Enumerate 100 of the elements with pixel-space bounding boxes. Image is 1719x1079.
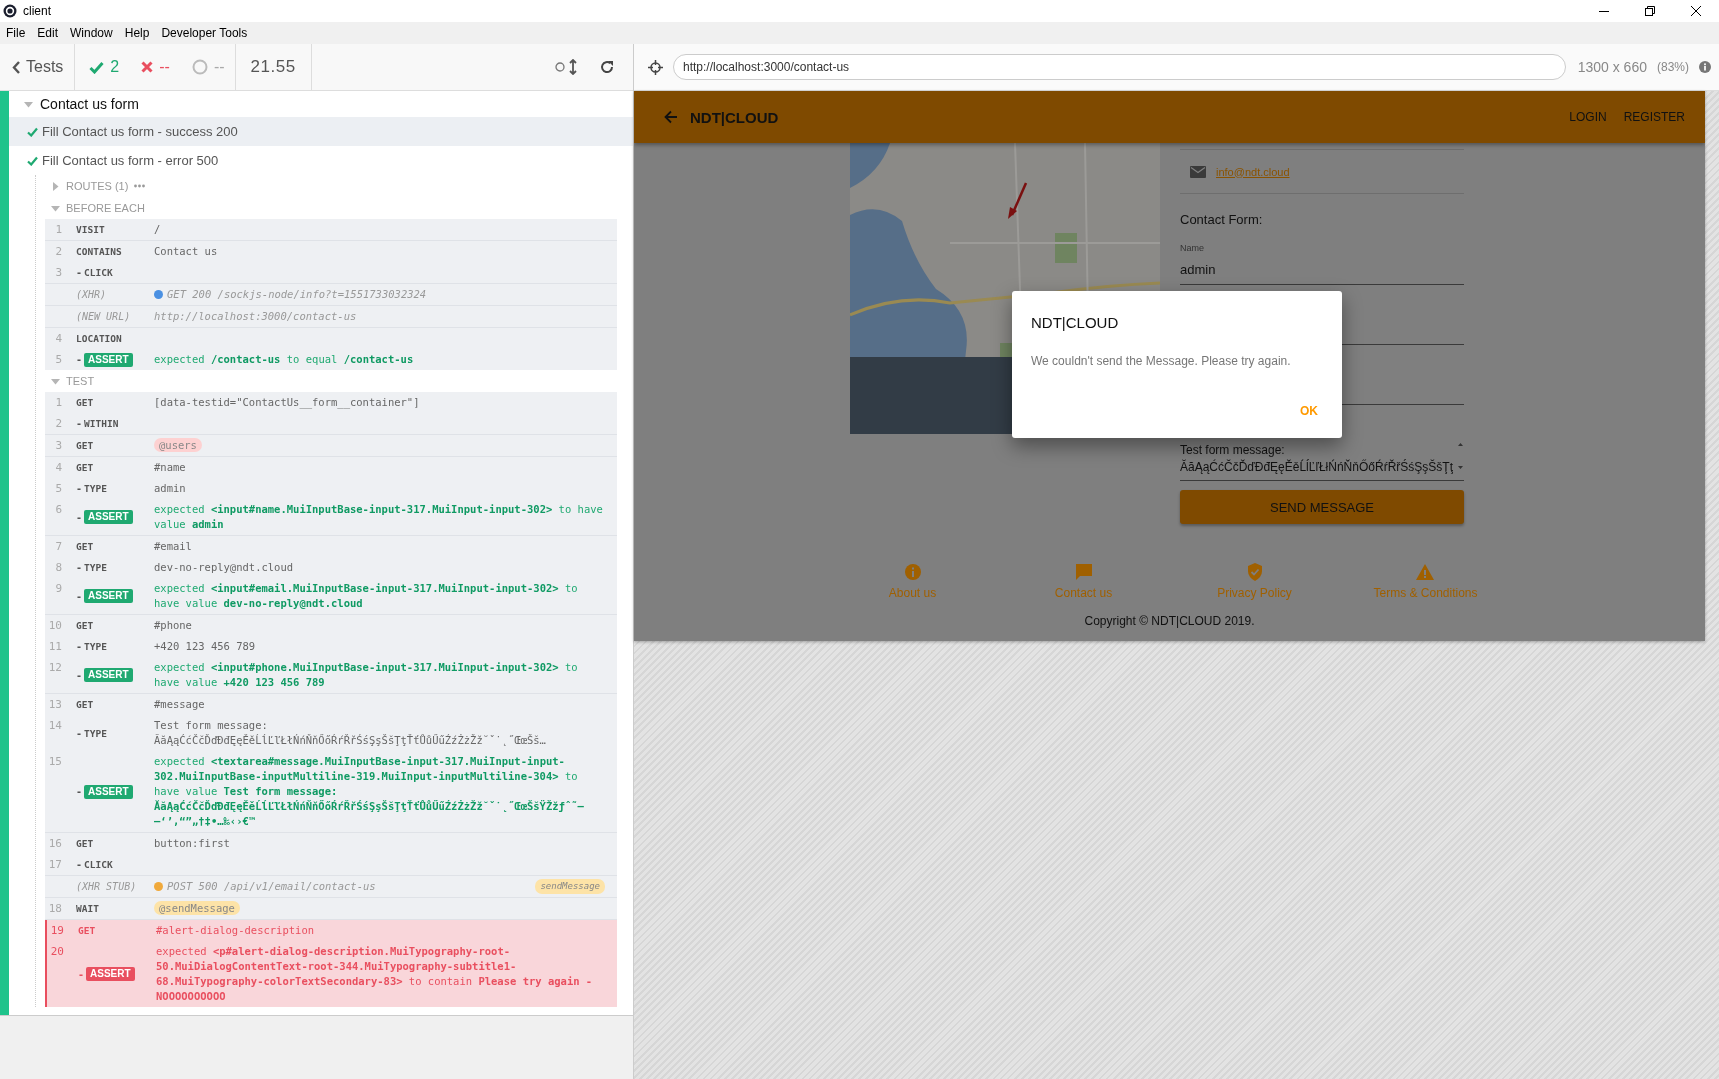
command-name: GET <box>78 924 96 938</box>
menu-item[interactable]: Edit <box>31 26 65 40</box>
command-name: WAIT <box>76 902 99 916</box>
copyright-text: Copyright © NDT|CLOUD 2019. <box>1084 614 1255 628</box>
assert-message: expected <p#alert-dialog-description.MuiTypography-root-50.MuiDialogContentText-root-344.MuiTypography-subtitle1-68.MuiTypography-colorTextSecondary-83> to contain Please try again - NOOOOOOOOOO <box>156 945 593 1002</box>
line-number: 15 <box>47 754 63 770</box>
command-name: CLICK <box>84 858 113 872</box>
command-name: GET <box>76 619 94 633</box>
info-icon <box>902 562 923 582</box>
command-name: GET <box>76 439 94 453</box>
child-dash: - <box>76 417 83 431</box>
hook-title[interactable]: TEST <box>66 375 95 387</box>
line-number: 18 <box>47 901 63 916</box>
failed-command-group[interactable] <box>45 920 617 1007</box>
alias-tag: sendMessage <box>535 879 605 894</box>
suite-title[interactable]: Contact us form <box>40 96 139 112</box>
caret-icon[interactable] <box>51 376 60 386</box>
back-button[interactable] <box>664 110 678 124</box>
selector-button[interactable] <box>648 59 663 75</box>
alias-tag: @users <box>154 438 202 452</box>
command-message: [data-testid="ContactUs__form__container"] <box>154 396 420 408</box>
line-number: 9 <box>54 581 63 597</box>
failed-count: -- <box>159 58 170 76</box>
line-number: 4 <box>54 331 63 346</box>
child-dash: - <box>76 482 83 496</box>
line-number: 3 <box>54 438 63 453</box>
line-number: 14 <box>47 718 63 734</box>
line-number: 19 <box>49 923 65 938</box>
brand-logo: NDT|CLOUD <box>690 108 779 126</box>
command-message: #message <box>154 698 205 710</box>
assert-message: expected <textarea#message.MuiInputBase-input-317.MuiInput-input-302.MuiInputBase-inputMultiline-319.MuiInput-inputMultiline-304> to have value Test form message: ĂăĄąĆćČčĎďĐđĘęĚěĹĺĽľŁłŃńŇňŐőŔŕŘřŚśŞşŠšŢţŤťŮůŰűŹźŻżŽž˘ˇ˙˛˝ŒœŠšŸŽžƒˆ˜–—‘’‚“”„†‡•…‰‹›€™ <box>154 755 584 827</box>
line-number: 5 <box>54 481 63 496</box>
line-number: 6 <box>54 502 63 518</box>
routes-toggle[interactable]: ROUTES (1) <box>66 180 129 192</box>
command-message: dev-no-reply@ndt.cloud <box>154 561 294 573</box>
crosshair-icon <box>648 59 663 75</box>
command-message: #phone <box>154 619 192 631</box>
send-message-button[interactable]: SEND MESSAGE <box>1180 490 1464 524</box>
line-number: 20 <box>49 944 65 960</box>
child-dash: - <box>76 589 83 604</box>
viewport-size: 1300 x 660 <box>1577 59 1647 75</box>
caret-icon[interactable] <box>24 99 33 109</box>
test-title: Fill Contact us form - error 500 <box>42 153 219 168</box>
command-message: Contact us <box>154 245 218 257</box>
command-name: GET <box>76 461 94 475</box>
caret-icon[interactable] <box>51 203 60 213</box>
message-field[interactable]: Test form message: ĂăĄąĆćČčĎďĐđĘęĚěĹĺĽľŁłŃńŇňŐőŔŕŘřŚśŞşŠšŢţ <box>1180 442 1457 476</box>
nav-link[interactable]: REGISTER <box>1623 110 1685 124</box>
command-message: / <box>154 223 161 235</box>
tests-back-button[interactable]: Tests <box>0 58 75 76</box>
assert-badge: ASSERT <box>84 784 133 799</box>
dialog-message: We couldn't send the Message. Please try again. <box>1031 354 1292 369</box>
command-name: TYPE <box>84 726 107 741</box>
more-icon <box>134 184 146 188</box>
assert-badge: ASSERT <box>84 352 133 367</box>
form-title: Contact Form: <box>1180 212 1264 228</box>
line-number: 2 <box>54 244 63 259</box>
command-name: CONTAINS <box>76 245 122 259</box>
event-name: (XHR STUB) <box>76 880 137 894</box>
assert-badge: ASSERT <box>84 668 133 682</box>
line-number: 17 <box>47 857 63 872</box>
app-logo-icon <box>3 4 17 18</box>
passed-count: 2 <box>110 58 120 76</box>
field-label: Name <box>1180 242 1205 254</box>
child-dash: - <box>76 726 83 741</box>
name-field[interactable]: Name admin <box>1180 236 1464 285</box>
child-dash: - <box>76 266 83 280</box>
line-number: 1 <box>54 222 63 237</box>
nav-link[interactable]: LOGIN <box>1569 110 1607 124</box>
line-number: 12 <box>47 660 63 676</box>
command-name: TYPE <box>84 640 107 654</box>
assert-badge: ASSERT <box>86 967 135 981</box>
hook-title[interactable]: BEFORE EACH <box>66 202 145 214</box>
info-icon[interactable] <box>1699 61 1711 73</box>
line-number: 2 <box>54 416 63 431</box>
child-dash: - <box>76 353 83 367</box>
command-message: +420 123 456 789 <box>154 640 256 652</box>
test-row[interactable]: Fill Contact us form - error 500 <box>9 146 633 175</box>
menu-item[interactable]: Help <box>118 26 156 40</box>
check-icon <box>89 60 105 74</box>
line-number: 10 <box>47 618 63 633</box>
child-dash: - <box>78 967 85 982</box>
child-dash: - <box>76 858 83 872</box>
url-field[interactable]: http://localhost:3000/contact-us <box>673 54 1566 80</box>
command-message: button:first <box>154 837 230 849</box>
command-name: VISIT <box>76 223 105 237</box>
window-title: client <box>23 4 51 18</box>
event-message: POST 500 /api/v1/email/contact-us <box>167 879 376 894</box>
vertical-arrows-icon <box>569 59 577 75</box>
mail-icon <box>1190 165 1206 178</box>
child-dash: - <box>76 640 83 654</box>
test-row[interactable]: Fill Contact us form - success 200 <box>9 117 633 146</box>
menu-item[interactable]: File <box>0 26 32 40</box>
line-number: 7 <box>54 539 63 554</box>
event-name: (XHR) <box>76 288 107 302</box>
menu-item[interactable]: Window <box>64 26 119 40</box>
menu-item[interactable]: Developer Tools <box>155 26 254 40</box>
child-dash: - <box>76 785 83 799</box>
line-number: 1 <box>54 395 63 410</box>
caret-icon[interactable] <box>51 181 60 191</box>
